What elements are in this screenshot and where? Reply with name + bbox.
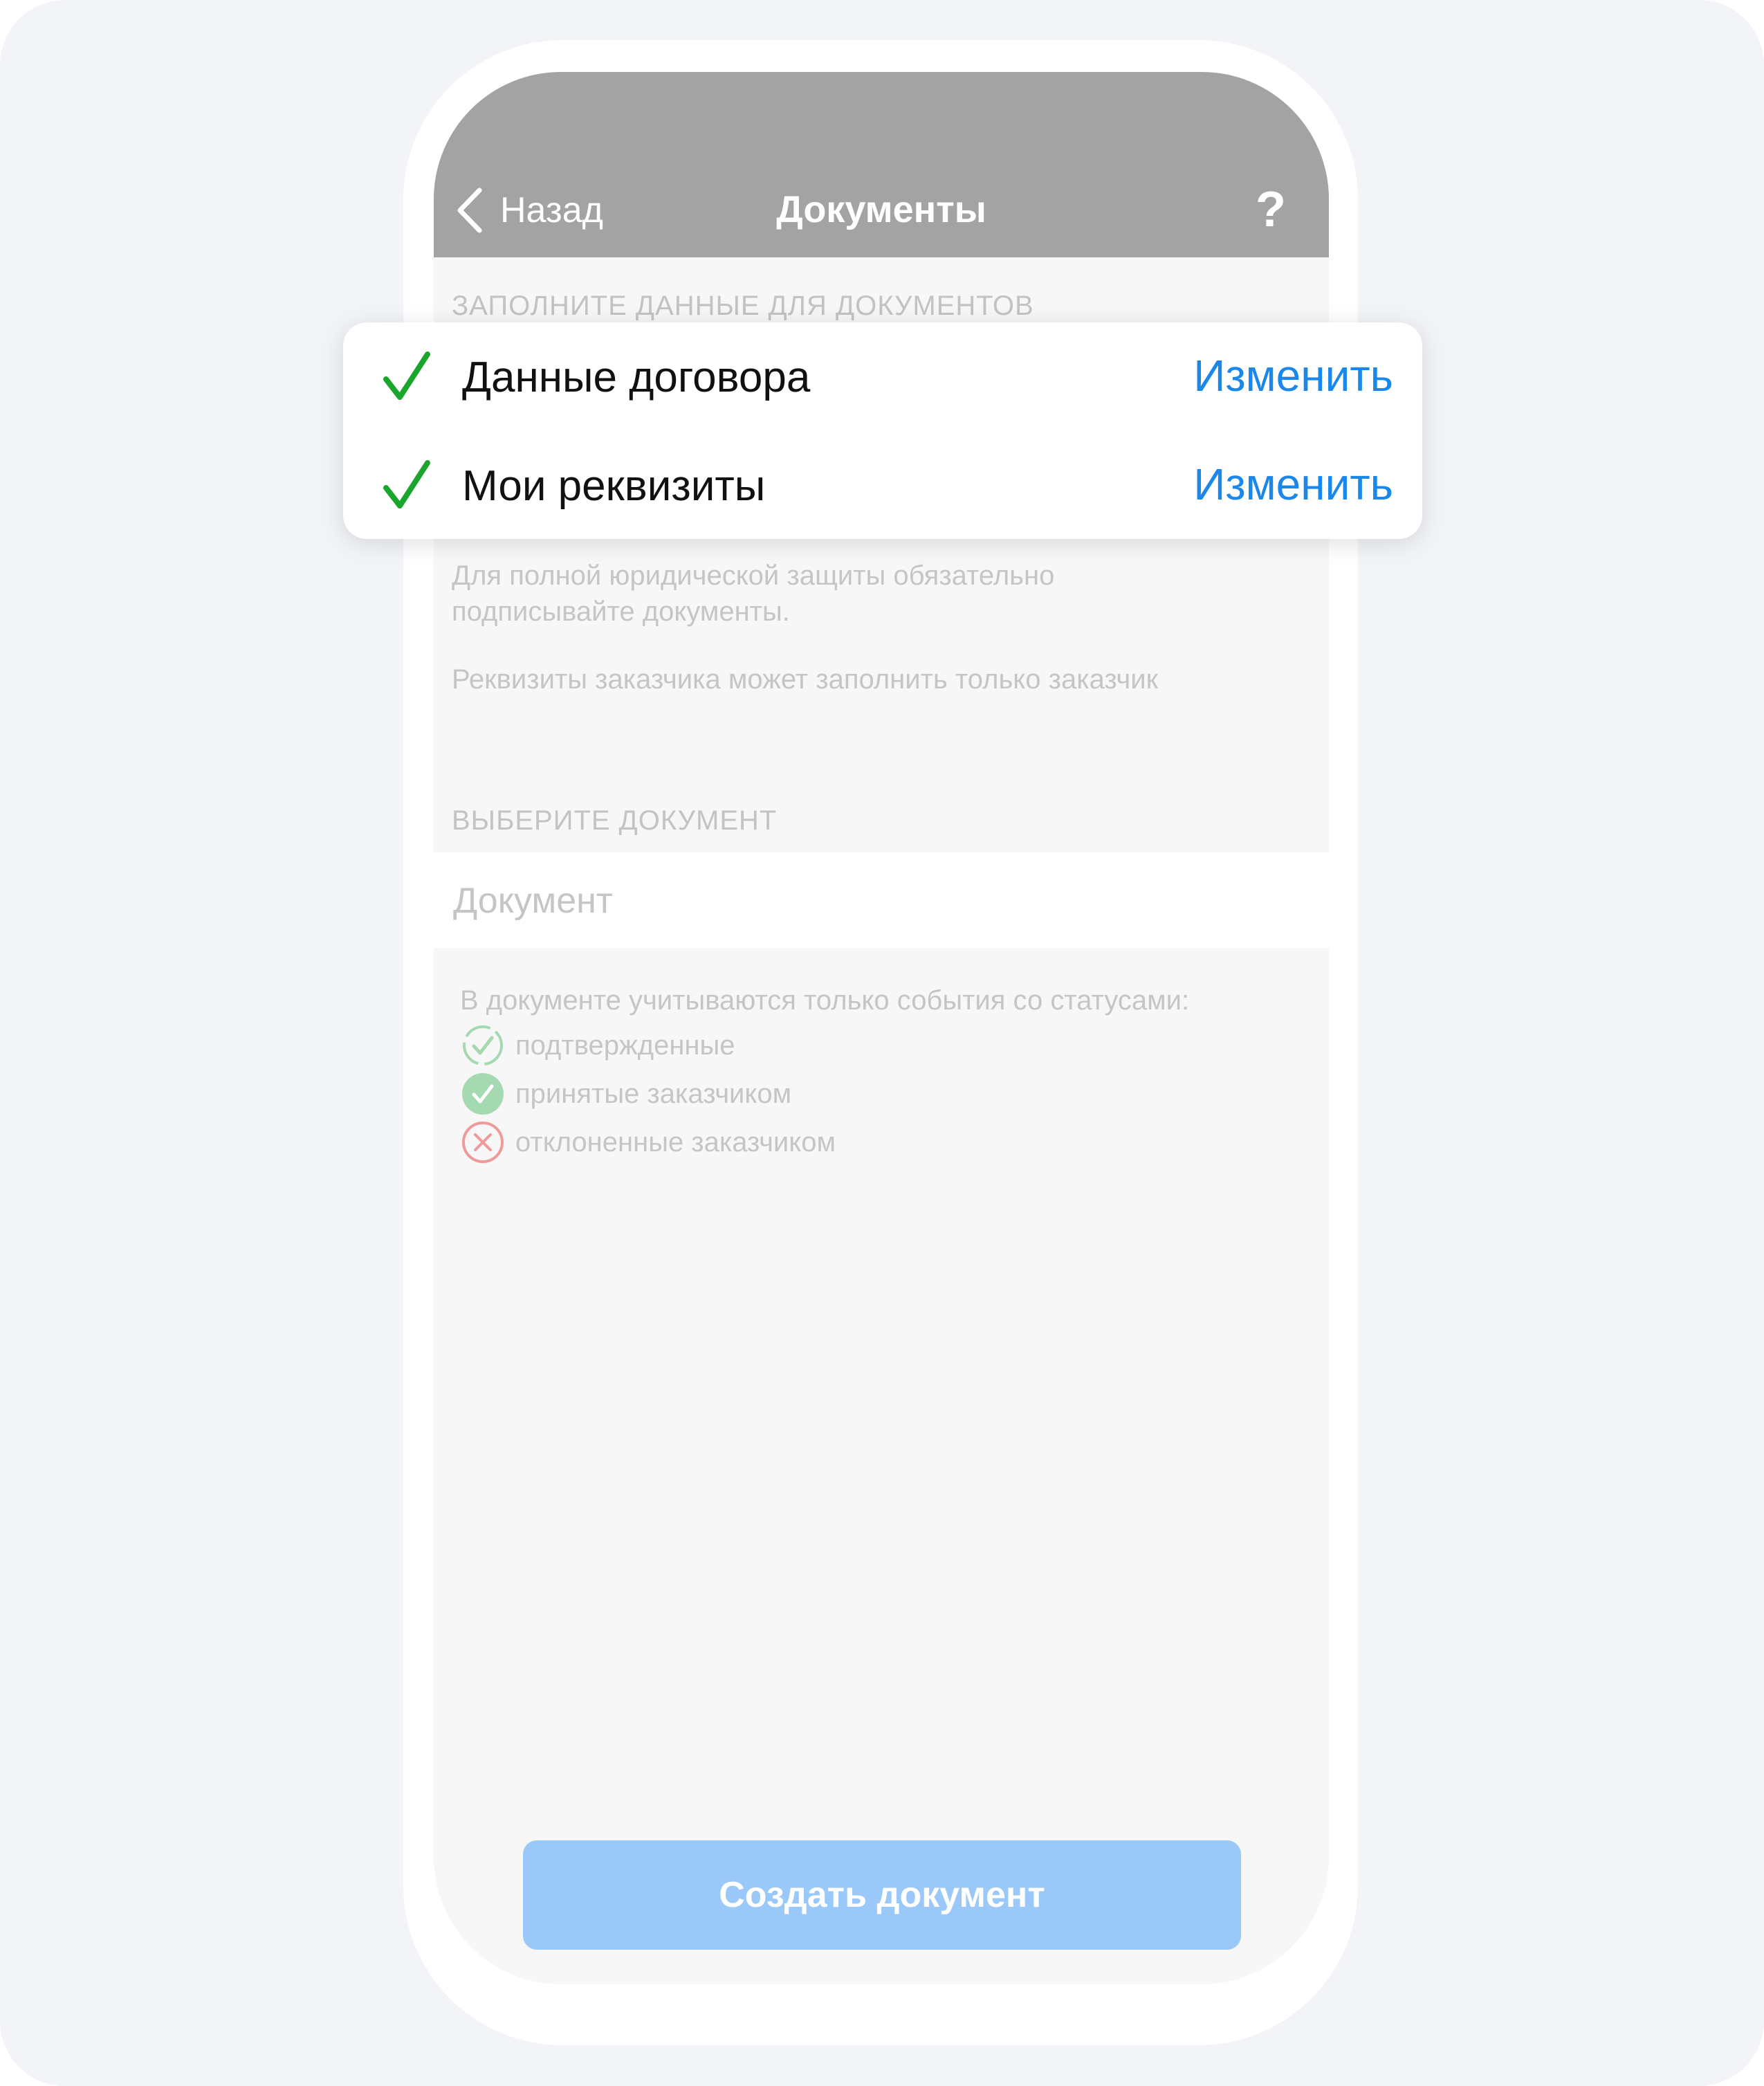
contract-data-label: Данные договора [462, 354, 811, 401]
legend-label-rejected: отклоненные заказчиком [515, 1126, 836, 1158]
edit-my-details-link[interactable]: Изменить [1193, 459, 1393, 510]
legal-hint: Для полной юридической защиты обязательн… [452, 558, 1282, 630]
pending-check-icon [463, 1025, 503, 1065]
customer-details-hint: Реквизиты заказчика может заполнить толь… [452, 664, 1159, 695]
check-icon [383, 351, 430, 400]
legend-item-accepted: принятые заказчиком [460, 1070, 791, 1118]
legend-label-confirmed: подтвержденные [515, 1030, 735, 1061]
my-details-label: Мои реквизиты [462, 462, 766, 510]
card-background: Назад Документы ? ЗАПОЛНИТЕ ДАННЫЕ ДЛЯ Д… [0, 0, 1764, 2086]
legal-hint-line2: подписывайте документы. [452, 596, 790, 627]
list-item-my-details[interactable]: Мои реквизиты Изменить [343, 431, 1422, 539]
check-icon [383, 460, 430, 509]
legend-label-accepted: принятые заказчиком [515, 1078, 792, 1109]
document-data-popup: Данные договора Изменить Мои реквизиты И… [343, 322, 1422, 539]
document-select-input[interactable] [452, 852, 1285, 949]
doc-section-header: ВЫБЕРИТЕ ДОКУМЕНТ [452, 805, 778, 836]
accepted-check-icon [462, 1073, 504, 1115]
navigation-bar: Назад Документы ? [434, 72, 1329, 257]
edit-contract-data-link[interactable]: Изменить [1193, 350, 1393, 401]
legal-hint-line1: Для полной юридической защиты обязательн… [452, 560, 1055, 591]
document-select-field[interactable] [434, 852, 1329, 949]
rejected-cross-icon [462, 1122, 504, 1163]
legend-item-confirmed: подтвержденные [460, 1021, 735, 1070]
help-button[interactable]: ? [1256, 181, 1286, 238]
fill-section-header: ЗАПОЛНИТЕ ДАННЫЕ ДЛЯ ДОКУМЕНТОВ [452, 291, 1034, 321]
create-document-button[interactable]: Создать документ [523, 1840, 1241, 1950]
legend-item-rejected: отклоненные заказчиком [460, 1118, 836, 1166]
legend-title: В документе учитываются только события с… [460, 985, 1190, 1016]
list-item-contract-data[interactable]: Данные договора Изменить [343, 322, 1422, 430]
page-title: Документы [776, 189, 986, 230]
